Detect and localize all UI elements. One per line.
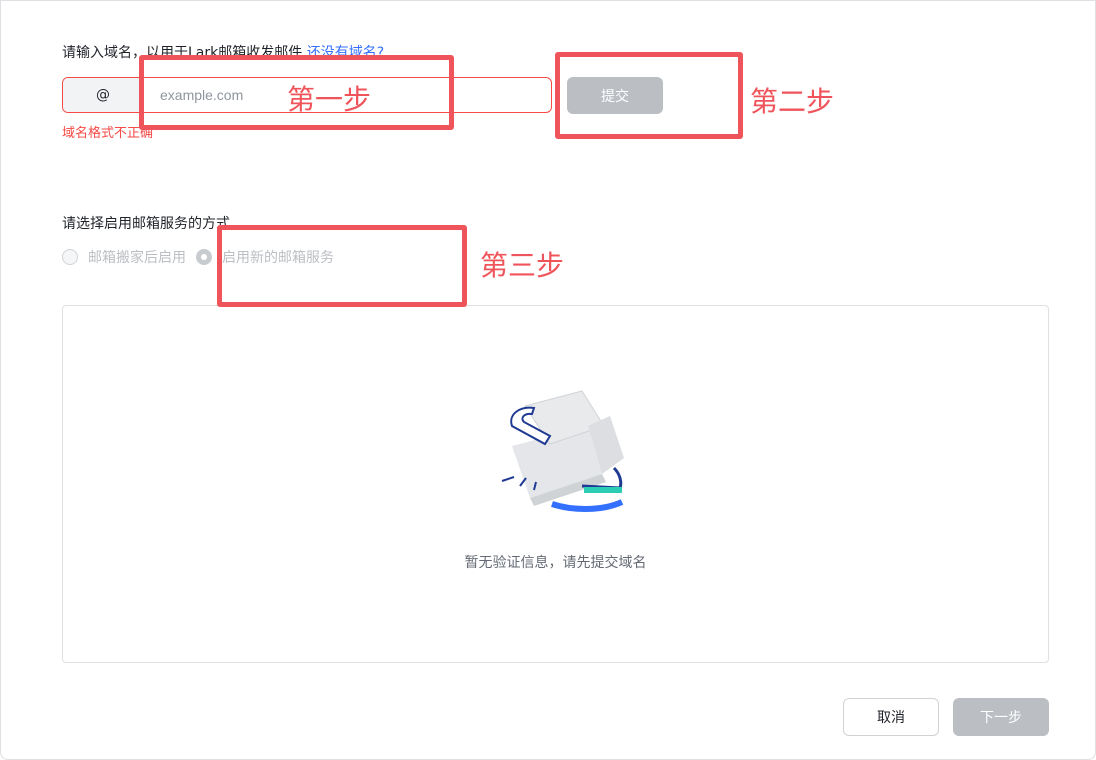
- cancel-button[interactable]: 取消: [843, 698, 939, 736]
- at-prefix: @: [63, 78, 144, 112]
- verification-panel: 暂无验证信息，请先提交域名: [62, 305, 1049, 663]
- radio-migrate-circle[interactable]: [62, 249, 78, 265]
- next-step-button[interactable]: 下一步: [953, 698, 1049, 736]
- empty-box-icon: [501, 390, 624, 512]
- radio-migrate-label: 邮箱搬家后启用: [88, 250, 186, 266]
- radio-new-label: 启用新的邮箱服务: [222, 250, 334, 266]
- radio-new-circle[interactable]: [196, 249, 212, 265]
- mode-radio-group: 邮箱搬家后启用 启用新的邮箱服务: [62, 247, 344, 267]
- radio-option-migrate[interactable]: 邮箱搬家后启用: [62, 247, 186, 267]
- no-domain-link[interactable]: 还没有域名?: [307, 45, 384, 61]
- domain-prompt-row: 请输入域名，以用于Lark邮箱收发邮件 还没有域名?: [62, 42, 384, 62]
- domain-prompt-label: 请输入域名，以用于Lark邮箱收发邮件: [62, 45, 303, 61]
- domain-error-text: 域名格式不正确: [62, 126, 154, 141]
- submit-button[interactable]: 提交: [567, 77, 663, 114]
- annotation-step2: 第二步: [750, 85, 835, 118]
- radio-option-new[interactable]: 启用新的邮箱服务: [196, 247, 334, 267]
- mode-prompt-label: 请选择启用邮箱服务的方式: [62, 216, 230, 232]
- annotation-step1: 第一步: [287, 83, 372, 116]
- annotation-step3: 第三步: [480, 249, 565, 282]
- empty-state-message: 暂无验证信息，请先提交域名: [464, 555, 647, 571]
